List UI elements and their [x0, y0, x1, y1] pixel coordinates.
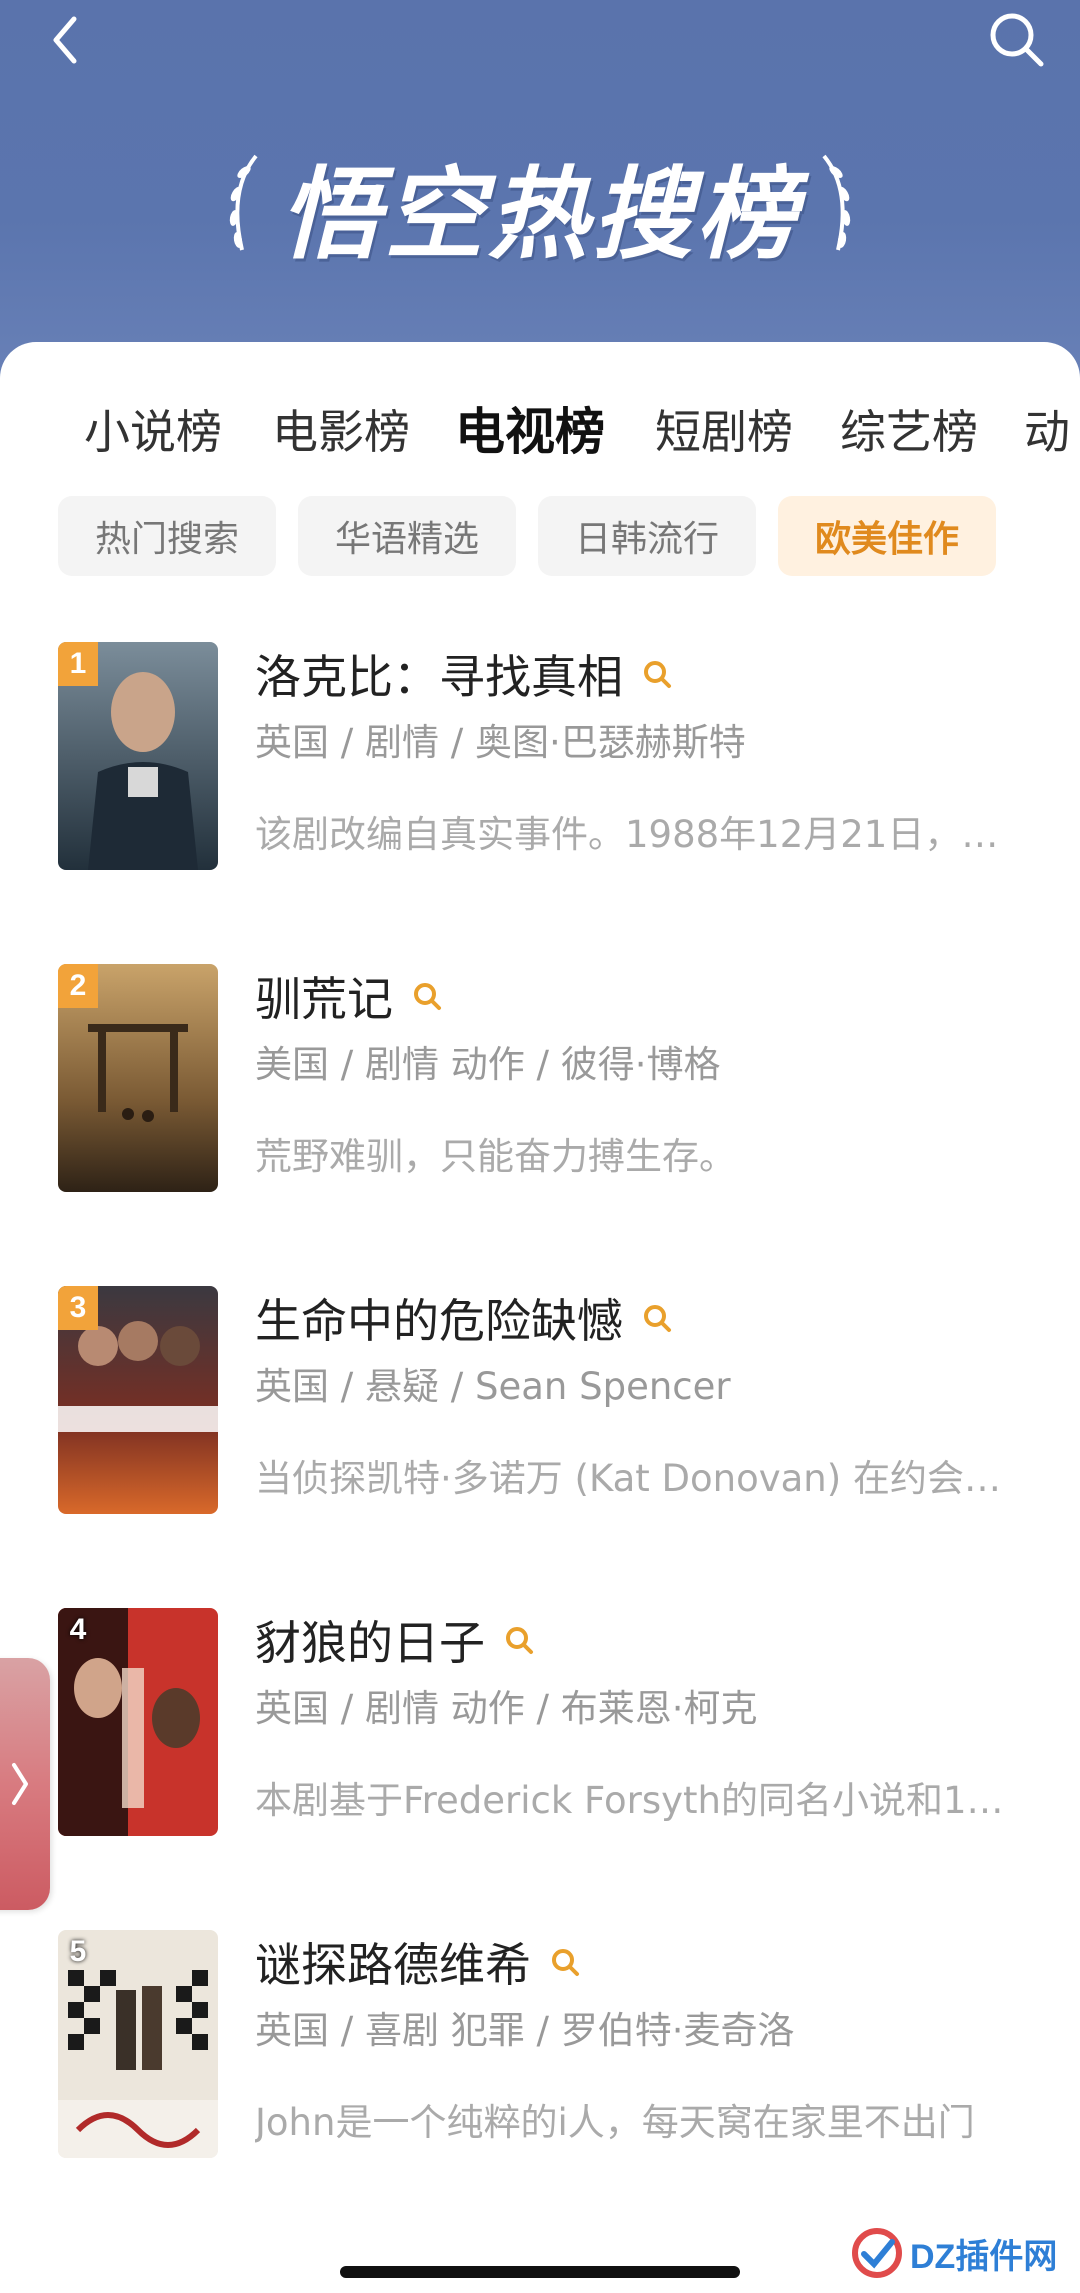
poster-image: 5 [58, 1930, 218, 2158]
poster-image: 2 [58, 964, 218, 1192]
search-icon[interactable] [549, 1946, 581, 1978]
rank-badge: 3 [58, 1286, 98, 1330]
item-description: 当侦探凯特·多诺万 (Kat Donovan) 在约会软件上看到前未婚夫 [255, 1457, 1025, 1500]
chevron-left-icon [53, 16, 77, 64]
tab-tv[interactable]: 电视榜 [455, 392, 605, 472]
filter-western[interactable]: 欧美佳作 [778, 496, 996, 576]
rank-badge: 5 [69, 1935, 87, 1968]
category-tabs: 小说榜 电影榜 电视榜 短剧榜 综艺榜 动 [0, 392, 1080, 472]
tab-short-drama[interactable]: 短剧榜 [655, 392, 793, 472]
item-description: 荒野难驯，只能奋力搏生存。 [255, 1135, 736, 1178]
search-icon[interactable] [641, 658, 673, 690]
item-title: 豺狼的日子 [255, 1616, 485, 1670]
rank-badge: 4 [69, 1613, 87, 1646]
app-screen: 悟空热搜榜 小说榜 电影榜 电视榜 短剧榜 综艺榜 动 热门搜索 华语精选 日韩… [0, 0, 1080, 2293]
search-icon[interactable] [411, 980, 443, 1012]
poster-image: 1 [58, 642, 218, 870]
item-meta: 英国 / 悬疑 / Sean Spencer [255, 1365, 731, 1408]
poster-image: 3 [58, 1286, 218, 1514]
filter-chinese[interactable]: 华语精选 [298, 496, 516, 576]
page-title: 悟空热搜榜 [280, 155, 800, 273]
rank-badge: 2 [58, 964, 98, 1008]
list-item[interactable]: 3 生命中的危险缺憾 英国 / 悬疑 / Sean Spencer 当侦探凯特·… [0, 1286, 1080, 1516]
laurel-left-icon [229, 154, 258, 251]
list-item[interactable]: 4 豺狼的日子 英国 / 剧情 动作 / 布莱恩·柯克 本剧基于Frederic… [0, 1608, 1080, 1838]
filter-hot-search[interactable]: 热门搜索 [58, 496, 276, 576]
content-sheet: 小说榜 电影榜 电视榜 短剧榜 综艺榜 动 热门搜索 华语精选 日韩流行 欧美佳… [0, 342, 1080, 2293]
item-meta: 英国 / 剧情 动作 / 布莱恩·柯克 [255, 1687, 758, 1730]
list-item[interactable]: 2 驯荒记 美国 / 剧情 动作 / 彼得·博格 荒野难驯，只能奋力搏生存。 [0, 964, 1080, 1194]
back-button[interactable] [40, 10, 90, 70]
watermark-text: DZ插件网 [910, 2237, 1058, 2276]
chevron-right-icon [12, 1763, 28, 1805]
search-icon[interactable] [641, 1302, 673, 1334]
watermark-logo: DZ插件网 [850, 2218, 1060, 2288]
item-title: 驯荒记 [255, 972, 393, 1026]
item-title: 谜探路德维希 [255, 1938, 531, 1992]
item-meta: 美国 / 剧情 动作 / 彼得·博格 [255, 1043, 721, 1086]
search-button[interactable] [982, 5, 1052, 75]
laurel-right-icon [822, 154, 851, 251]
sub-filter-tabs: 热门搜索 华语精选 日韩流行 欧美佳作 [58, 496, 996, 576]
list-item[interactable]: 1 洛克比：寻找真相 英国 / 剧情 / 奥图·巴瑟赫斯特 该剧改编自真实事件。… [0, 642, 1080, 872]
item-description: 本剧基于Frederick Forsyth的同名小说和1973年同名电影 [255, 1779, 1025, 1822]
item-title: 洛克比：寻找真相 [255, 650, 623, 704]
item-meta: 英国 / 喜剧 犯罪 / 罗伯特·麦奇洛 [255, 2009, 795, 2052]
item-description: John是一个纯粹的i人，每天窝在家里不出门 [255, 2101, 975, 2144]
banner-title-group: 悟空热搜榜 [0, 140, 1080, 273]
tab-movie[interactable]: 电影榜 [272, 392, 410, 472]
rank-badge: 1 [58, 642, 98, 686]
side-drawer-tab[interactable] [0, 1658, 50, 1910]
header-banner: 悟空热搜榜 [0, 0, 1080, 400]
watermark-logo-icon [852, 2228, 902, 2278]
item-meta: 英国 / 剧情 / 奥图·巴瑟赫斯特 [255, 721, 746, 764]
search-icon[interactable] [503, 1624, 535, 1656]
filter-japan-korea[interactable]: 日韩流行 [538, 496, 756, 576]
item-description: 该剧改编自真实事件。1988年12月21日，泛美航空103号班机 [255, 813, 1025, 856]
home-indicator[interactable] [340, 2266, 740, 2278]
list-item[interactable]: 5 谜探路德维希 英国 / 喜剧 犯罪 / 罗伯特·麦奇洛 John是一个纯粹的… [0, 1930, 1080, 2160]
tab-variety[interactable]: 综艺榜 [840, 392, 978, 472]
tab-anime[interactable]: 动 [1024, 392, 1070, 472]
item-title: 生命中的危险缺憾 [255, 1294, 623, 1348]
search-icon [990, 13, 1044, 67]
poster-image: 4 [58, 1608, 218, 1836]
tab-novel[interactable]: 小说榜 [84, 392, 222, 472]
